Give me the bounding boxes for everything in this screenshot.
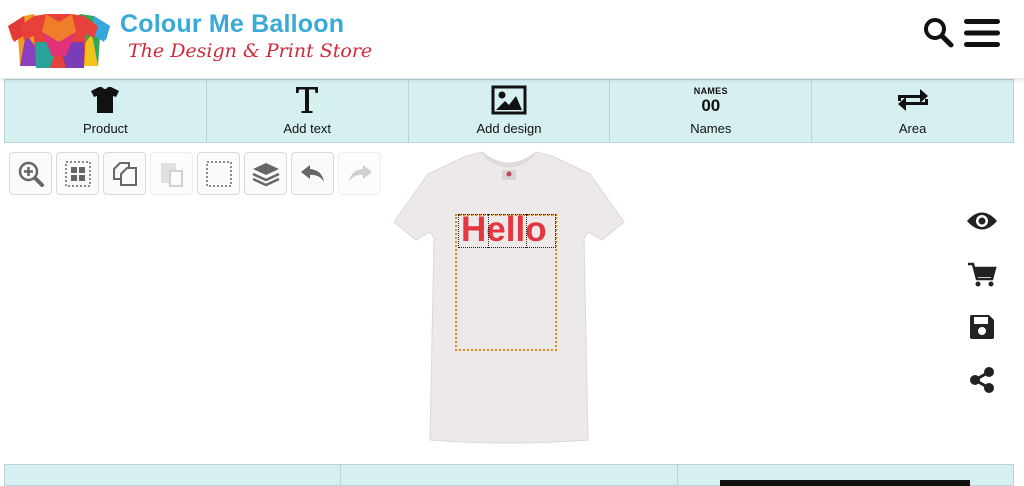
names-icon-bottom: 00: [701, 95, 721, 115]
share-button[interactable]: [966, 366, 998, 394]
grid-icon: [64, 160, 91, 187]
logo-tshirts-icon[interactable]: [6, 12, 112, 68]
toolbar-label: Add text: [283, 121, 332, 136]
zoom-in-icon: [18, 161, 44, 187]
duplicate-icon: [112, 161, 137, 186]
bottom-bar-button[interactable]: [719, 480, 970, 486]
bottom-bar-cell[interactable]: [341, 465, 678, 485]
cart-button[interactable]: [966, 261, 998, 289]
image-icon: [491, 85, 527, 115]
toolbar-product-button[interactable]: Product: [5, 80, 207, 142]
cart-icon: [968, 262, 997, 287]
brand-name: Colour Me Balloon: [120, 10, 345, 38]
toolbar-label: Area: [898, 121, 927, 136]
menu-icon[interactable]: [964, 18, 1000, 48]
paste-button[interactable]: [150, 152, 193, 195]
duplicate-button[interactable]: [103, 152, 146, 195]
layers-icon: [251, 162, 280, 186]
bottom-bar-cell[interactable]: [5, 465, 342, 485]
search-icon[interactable]: [922, 16, 954, 48]
zoom-in-button[interactable]: [9, 152, 52, 195]
toolbar-label: Add design: [476, 121, 542, 136]
names-icon: NAMES 00: [693, 85, 728, 115]
main-toolbar: Product Add text Add design NAMES 00 Nam…: [4, 79, 1014, 143]
header: Colour Me Balloon The Design & Print Sto…: [0, 0, 1024, 78]
grid-button[interactable]: [56, 152, 99, 195]
toolbar-label: Product: [82, 121, 128, 136]
share-icon: [970, 367, 994, 393]
undo-button[interactable]: [291, 152, 334, 195]
layers-button[interactable]: [244, 152, 287, 195]
names-icon-top: NAMES: [693, 85, 728, 96]
selection-guide: [526, 214, 527, 248]
redo-icon: [348, 164, 372, 182]
eye-icon: [967, 212, 997, 230]
text-selection-box[interactable]: [458, 214, 556, 248]
toolbar-names-button[interactable]: NAMES 00 Names: [610, 80, 813, 142]
select-box-icon: [205, 160, 232, 187]
redo-button[interactable]: [338, 152, 381, 195]
bottom-bar-cell[interactable]: [678, 465, 1013, 486]
paste-icon: [160, 162, 183, 187]
preview-button[interactable]: [966, 207, 998, 235]
text-icon: [296, 87, 319, 113]
toolbar-add-design-button[interactable]: Add design: [409, 80, 611, 142]
edit-tools: [9, 152, 381, 195]
select-area-button[interactable]: [197, 152, 240, 195]
swap-arrows-icon: [897, 89, 928, 111]
save-design-button[interactable]: [966, 313, 998, 341]
brand-tagline: The Design & Print Store: [128, 40, 373, 62]
toolbar-add-text-button[interactable]: Add text: [207, 80, 409, 142]
save-icon: [970, 315, 994, 339]
selection-guide: [488, 214, 489, 248]
toolbar-area-button[interactable]: Area: [812, 80, 1013, 142]
tshirt-icon: [91, 87, 120, 113]
undo-icon: [300, 164, 324, 182]
toolbar-label: Names: [690, 121, 732, 136]
